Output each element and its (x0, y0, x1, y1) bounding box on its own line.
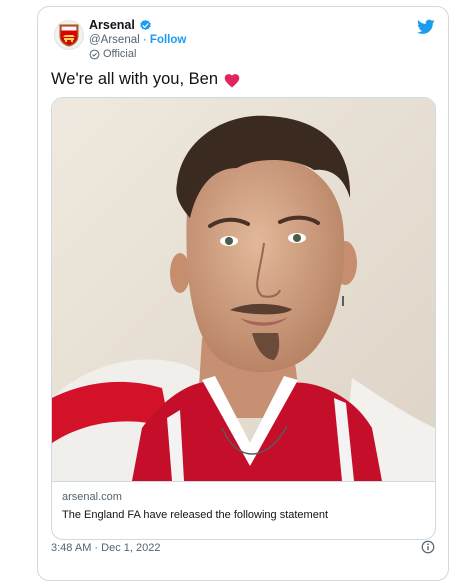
account-handle[interactable]: @Arsenal (89, 34, 140, 46)
tweet-card[interactable]: Arsenal @Arsenal · Follow Official We're… (37, 6, 449, 581)
arsenal-crest-icon (59, 24, 79, 47)
official-label-row: Official (89, 48, 136, 60)
account-name[interactable]: Arsenal (89, 18, 135, 32)
link-card-meta[interactable]: arsenal.com The England FA have released… (52, 481, 435, 539)
link-card[interactable]: arsenal.com The England FA have released… (51, 97, 436, 540)
tweet-text: We're all with you, Ben (51, 70, 219, 88)
tweet-text-row: We're all with you, Ben (51, 70, 241, 89)
follow-button[interactable]: Follow (150, 34, 186, 46)
info-icon[interactable] (421, 540, 435, 554)
account-name-row[interactable]: Arsenal (89, 18, 152, 32)
player-portrait-photo[interactable] (52, 98, 435, 481)
avatar[interactable] (54, 20, 84, 50)
link-title[interactable]: The England FA have released the followi… (62, 509, 328, 521)
twitter-bird-icon[interactable] (417, 19, 435, 35)
official-label: Official (103, 48, 137, 60)
verified-badge-icon (140, 19, 151, 30)
red-heart-icon (224, 73, 240, 88)
tweet-timestamp[interactable]: 3:48 AM · Dec 1, 2022 (51, 542, 160, 554)
official-check-icon (89, 49, 100, 59)
handle-separator: · (142, 34, 147, 46)
link-domain: arsenal.com (62, 491, 122, 503)
handle-row: @Arsenal · Follow (89, 34, 186, 46)
